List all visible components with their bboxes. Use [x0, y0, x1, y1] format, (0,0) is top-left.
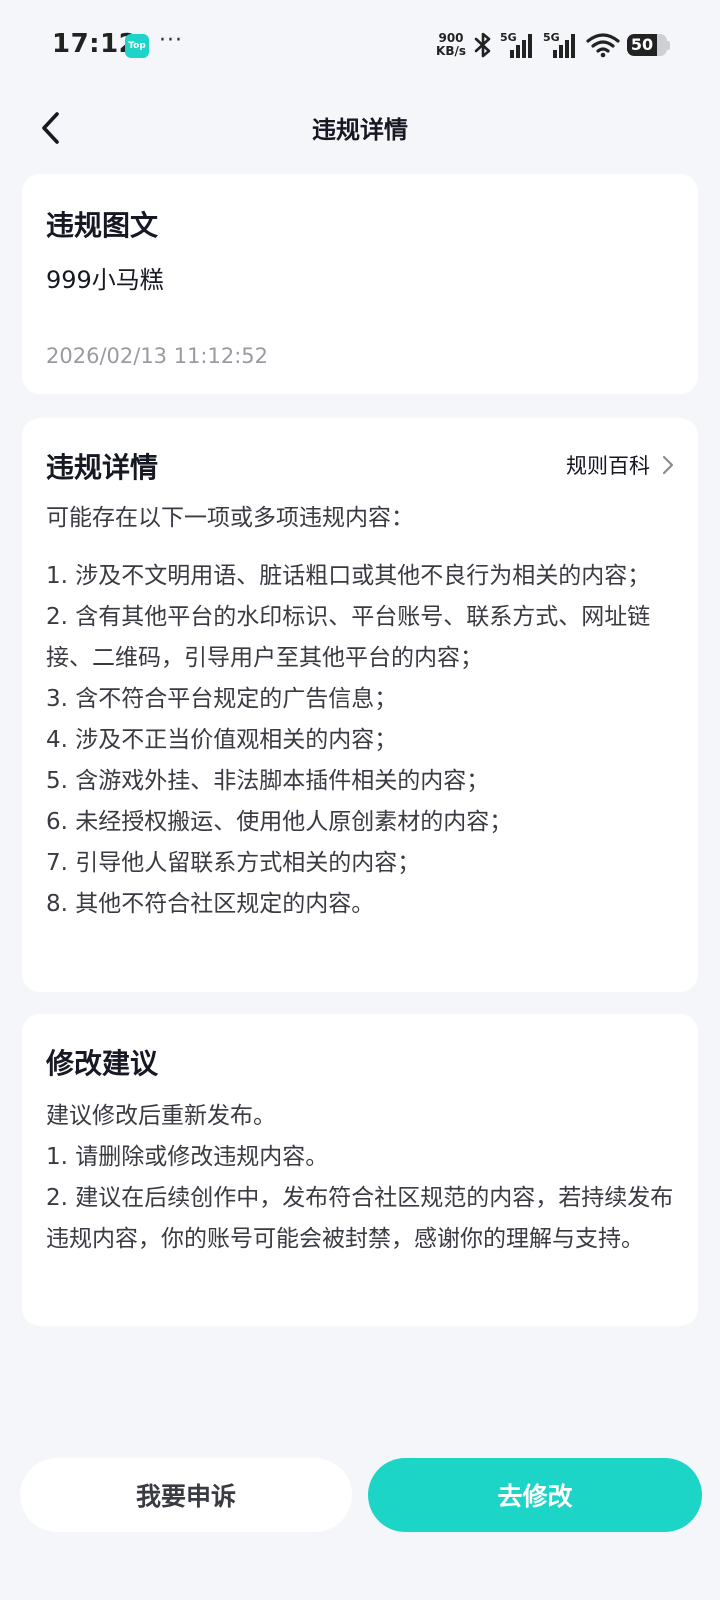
violation-item: 8. 其他不符合社区规定的内容。: [46, 891, 375, 917]
status-icons: 900 KB/s 5G 5G 50: [436, 28, 670, 62]
violation-post-card[interactable]: 违规图文 999小马糕 2026/02/13 11:12:52: [22, 174, 698, 394]
nav-bar: 违规详情: [0, 92, 720, 164]
network-speed: 900 KB/s: [436, 32, 466, 58]
violation-item: 2. 含有其他平台的水印标识、平台账号、联系方式、网址链接、二维码，引导用户至其…: [46, 604, 651, 671]
battery-cap: [667, 40, 670, 50]
signal-5g-label: 5G: [500, 31, 517, 44]
violation-post-title: 违规图文: [46, 209, 159, 242]
suggestion-item: 1. 请删除或修改违规内容。: [46, 1144, 329, 1170]
violation-item: 1. 涉及不文明用语、脏话粗口或其他不良行为相关的内容；: [46, 563, 651, 589]
appeal-button[interactable]: 我要申诉: [20, 1458, 352, 1532]
suggestion-list: 1. 请删除或修改违规内容。 2. 建议在后续创作中，发布符合社区规范的内容，若…: [46, 1137, 674, 1260]
violation-item: 5. 含游戏外挂、非法脚本插件相关的内容；: [46, 768, 490, 794]
suggestion-intro: 建议修改后重新发布。: [46, 1103, 276, 1129]
signal-5g-icon: 5G: [500, 31, 532, 58]
violation-post-time: 2026/02/13 11:12:52: [46, 344, 269, 368]
suggestion-card: 修改建议 建议修改后重新发布。 1. 请删除或修改违规内容。 2. 建议在后续创…: [22, 1014, 698, 1326]
page-title: 违规详情: [312, 116, 408, 144]
status-bar: 17:12 Top ··· 900 KB/s 5G 5G 50: [0, 0, 720, 92]
wifi-icon: [586, 33, 620, 58]
rules-encyclopedia-label: 规则百科: [566, 454, 650, 478]
violation-item: 4. 涉及不正当价值观相关的内容；: [46, 727, 398, 753]
violation-list: 1. 涉及不文明用语、脏话粗口或其他不良行为相关的内容； 2. 含有其他平台的水…: [46, 556, 674, 925]
modify-button[interactable]: 去修改: [368, 1458, 702, 1532]
battery-level: 50: [630, 35, 654, 54]
more-notifications-icon: ···: [159, 28, 183, 53]
violation-item: 6. 未经授权搬运、使用他人原创素材的内容；: [46, 809, 513, 835]
suggestion-item: 2. 建议在后续创作中，发布符合社区规范的内容，若持续发布违规内容，你的账号可能…: [46, 1185, 674, 1252]
violation-intro: 可能存在以下一项或多项违规内容：: [46, 505, 414, 531]
violation-item: 7. 引导他人留联系方式相关的内容；: [46, 850, 421, 876]
violation-post-name: 999小马糕: [46, 266, 164, 294]
battery-body: 50: [627, 34, 667, 56]
top-app-icon: Top: [125, 34, 149, 58]
network-speed-unit: KB/s: [436, 44, 466, 58]
violation-detail-title: 违规详情: [46, 451, 159, 484]
violation-item: 3. 含不符合平台规定的广告信息；: [46, 686, 398, 712]
signal-5g-label-2: 5G: [543, 31, 560, 44]
chevron-right-icon: [662, 455, 674, 475]
violation-detail-card: 违规详情 规则百科 可能存在以下一项或多项违规内容： 1. 涉及不文明用语、脏话…: [22, 418, 698, 992]
suggestion-title: 修改建议: [46, 1047, 159, 1080]
signal-5g-icon-2: 5G: [543, 31, 575, 58]
bluetooth-icon: [474, 32, 491, 58]
battery-icon: 50: [627, 34, 670, 56]
rules-encyclopedia-link[interactable]: 规则百科: [566, 450, 674, 480]
